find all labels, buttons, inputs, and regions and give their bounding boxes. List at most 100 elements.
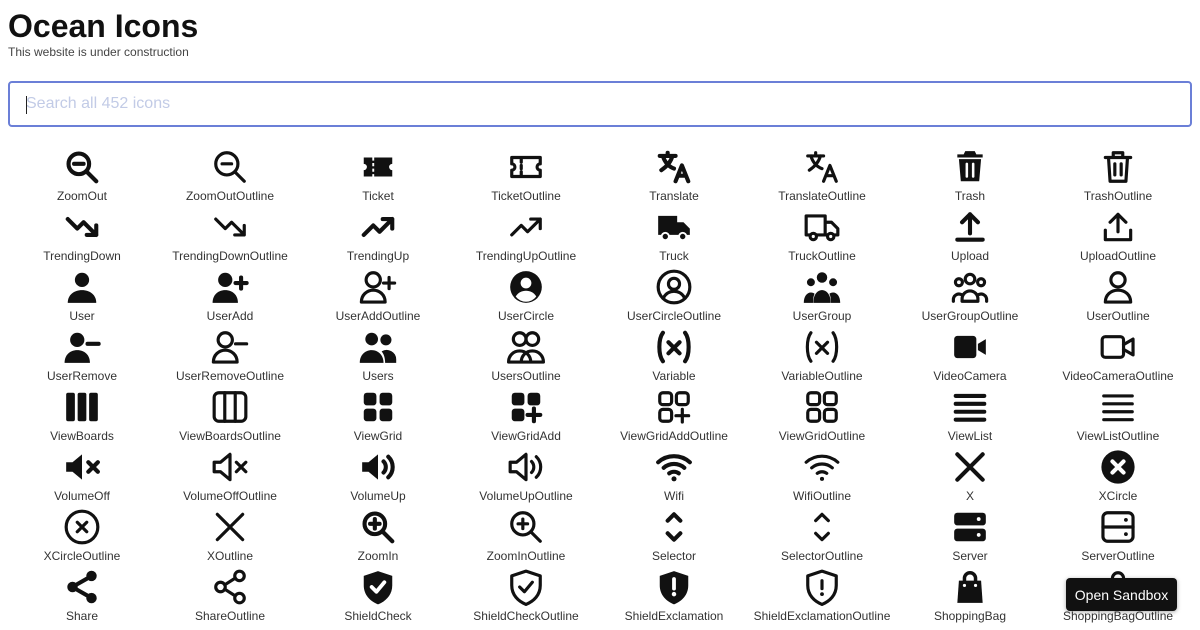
icon-tile-upload-outline[interactable]: UploadOutline bbox=[1044, 208, 1192, 268]
icon-tile-server-outline[interactable]: ServerOutline bbox=[1044, 508, 1192, 568]
icon-tile-ticket-outline[interactable]: TicketOutline bbox=[452, 148, 600, 208]
icon-tile-trash[interactable]: Trash bbox=[896, 148, 1044, 208]
icon-label: ViewGridOutline bbox=[778, 429, 866, 443]
icon-tile-user[interactable]: User bbox=[8, 268, 156, 328]
icon-tile-video-camera-outline[interactable]: VideoCameraOutline bbox=[1044, 328, 1192, 388]
icon-tile-share[interactable]: Share bbox=[8, 568, 156, 628]
wifi-icon bbox=[655, 448, 693, 486]
icon-tile-volume-off[interactable]: VolumeOff bbox=[8, 448, 156, 508]
user-circle-icon bbox=[507, 268, 545, 306]
icon-tile-trending-down[interactable]: TrendingDown bbox=[8, 208, 156, 268]
icon-tile-truck[interactable]: Truck bbox=[600, 208, 748, 268]
icon-tile-trash-outline[interactable]: TrashOutline bbox=[1044, 148, 1192, 208]
icon-label: UserAdd bbox=[206, 309, 254, 323]
icon-tile-user-remove-outline[interactable]: UserRemoveOutline bbox=[156, 328, 304, 388]
icon-label: Upload bbox=[950, 249, 990, 263]
icon-tile-shield-check[interactable]: ShieldCheck bbox=[304, 568, 452, 628]
x-outline-icon bbox=[211, 508, 249, 546]
user-group-icon bbox=[803, 268, 841, 306]
icon-tile-trending-up-outline[interactable]: TrendingUpOutline bbox=[452, 208, 600, 268]
icon-tile-view-boards-outline[interactable]: ViewBoardsOutline bbox=[156, 388, 304, 448]
icon-tile-selector[interactable]: Selector bbox=[600, 508, 748, 568]
icon-tile-trending-down-outline[interactable]: TrendingDownOutline bbox=[156, 208, 304, 268]
icon-label: Server bbox=[952, 549, 988, 563]
search-input[interactable] bbox=[10, 83, 1190, 125]
icon-tile-user-group[interactable]: UserGroup bbox=[748, 268, 896, 328]
icon-tile-variable-outline[interactable]: VariableOutline bbox=[748, 328, 896, 388]
icon-tile-user-remove[interactable]: UserRemove bbox=[8, 328, 156, 388]
icon-tile-truck-outline[interactable]: TruckOutline bbox=[748, 208, 896, 268]
shopping-bag-icon bbox=[951, 568, 989, 606]
icon-label: User bbox=[69, 309, 95, 323]
icon-tile-view-list[interactable]: ViewList bbox=[896, 388, 1044, 448]
icon-tile-view-grid-add[interactable]: ViewGridAdd bbox=[452, 388, 600, 448]
volume-up-icon bbox=[359, 448, 397, 486]
icon-tile-user-add[interactable]: UserAdd bbox=[156, 268, 304, 328]
icon-tile-user-add-outline[interactable]: UserAddOutline bbox=[304, 268, 452, 328]
icon-tile-trending-up[interactable]: TrendingUp bbox=[304, 208, 452, 268]
icon-tile-view-list-outline[interactable]: ViewListOutline bbox=[1044, 388, 1192, 448]
icon-tile-shield-exclamation[interactable]: ShieldExclamation bbox=[600, 568, 748, 628]
icon-tile-view-grid-outline[interactable]: ViewGridOutline bbox=[748, 388, 896, 448]
icon-label: UserRemoveOutline bbox=[175, 369, 285, 383]
icon-tile-user-group-outline[interactable]: UserGroupOutline bbox=[896, 268, 1044, 328]
icon-tile-video-camera[interactable]: VideoCamera bbox=[896, 328, 1044, 388]
view-grid-add-icon bbox=[507, 388, 545, 426]
page-title: Ocean Icons bbox=[8, 8, 199, 44]
icon-tile-server[interactable]: Server bbox=[896, 508, 1044, 568]
icon-tile-volume-up-outline[interactable]: VolumeUpOutline bbox=[452, 448, 600, 508]
selector-outline-icon bbox=[803, 508, 841, 546]
variable-icon bbox=[655, 328, 693, 366]
icon-tile-view-grid[interactable]: ViewGrid bbox=[304, 388, 452, 448]
icon-tile-shield-check-outline[interactable]: ShieldCheckOutline bbox=[452, 568, 600, 628]
icon-tile-user-outline[interactable]: UserOutline bbox=[1044, 268, 1192, 328]
icon-tile-variable[interactable]: Variable bbox=[600, 328, 748, 388]
icon-tile-zoom-in[interactable]: ZoomIn bbox=[304, 508, 452, 568]
icon-label: ServerOutline bbox=[1081, 549, 1155, 563]
icon-tile-share-outline[interactable]: ShareOutline bbox=[156, 568, 304, 628]
icon-label: Trash bbox=[954, 189, 986, 203]
icon-tile-view-grid-add-outline[interactable]: ViewGridAddOutline bbox=[600, 388, 748, 448]
icon-tile-ticket[interactable]: Ticket bbox=[304, 148, 452, 208]
icon-label: VolumeUpOutline bbox=[479, 489, 573, 503]
icon-tile-users[interactable]: Users bbox=[304, 328, 452, 388]
icon-label: VariableOutline bbox=[781, 369, 863, 383]
icon-tile-wifi[interactable]: Wifi bbox=[600, 448, 748, 508]
icon-label: ViewBoards bbox=[50, 429, 114, 443]
icon-tile-view-boards[interactable]: ViewBoards bbox=[8, 388, 156, 448]
icon-label: ShieldCheckOutline bbox=[473, 609, 579, 623]
icon-tile-upload[interactable]: Upload bbox=[896, 208, 1044, 268]
icon-label: VolumeOff bbox=[54, 489, 110, 503]
truck-icon bbox=[655, 208, 693, 246]
icon-tile-zoom-in-outline[interactable]: ZoomInOutline bbox=[452, 508, 600, 568]
ticket-outline-icon bbox=[507, 148, 545, 186]
icon-label: UploadOutline bbox=[1079, 249, 1157, 263]
icon-tile-x-outline[interactable]: XOutline bbox=[156, 508, 304, 568]
icon-tile-selector-outline[interactable]: SelectorOutline bbox=[748, 508, 896, 568]
icon-tile-zoom-out[interactable]: ZoomOut bbox=[8, 148, 156, 208]
trending-up-icon bbox=[359, 208, 397, 246]
icon-tile-volume-up[interactable]: VolumeUp bbox=[304, 448, 452, 508]
icon-tile-translate-outline[interactable]: TranslateOutline bbox=[748, 148, 896, 208]
icon-tile-x[interactable]: X bbox=[896, 448, 1044, 508]
icon-tile-shopping-bag[interactable]: ShoppingBag bbox=[896, 568, 1044, 628]
icon-tile-x-circle-outline[interactable]: XCircleOutline bbox=[8, 508, 156, 568]
icon-tile-wifi-outline[interactable]: WifiOutline bbox=[748, 448, 896, 508]
icon-tile-volume-off-outline[interactable]: VolumeOffOutline bbox=[156, 448, 304, 508]
open-sandbox-button[interactable]: Open Sandbox bbox=[1066, 578, 1177, 611]
icon-tile-zoom-out-outline[interactable]: ZoomOutOutline bbox=[156, 148, 304, 208]
icon-label: Ticket bbox=[362, 189, 394, 203]
zoom-in-icon bbox=[359, 508, 397, 546]
icon-tile-users-outline[interactable]: UsersOutline bbox=[452, 328, 600, 388]
search-box[interactable] bbox=[8, 81, 1192, 127]
user-outline-icon bbox=[1099, 268, 1137, 306]
users-outline-icon bbox=[507, 328, 545, 366]
icon-tile-x-circle[interactable]: XCircle bbox=[1044, 448, 1192, 508]
icon-tile-translate[interactable]: Translate bbox=[600, 148, 748, 208]
icon-label: Translate bbox=[649, 189, 699, 203]
user-group-outline-icon bbox=[951, 268, 989, 306]
icon-tile-user-circle[interactable]: UserCircle bbox=[452, 268, 600, 328]
icon-tile-shield-exclamation-outline[interactable]: ShieldExclamationOutline bbox=[748, 568, 896, 628]
icon-label: ViewGridAdd bbox=[491, 429, 561, 443]
icon-tile-user-circle-outline[interactable]: UserCircleOutline bbox=[600, 268, 748, 328]
